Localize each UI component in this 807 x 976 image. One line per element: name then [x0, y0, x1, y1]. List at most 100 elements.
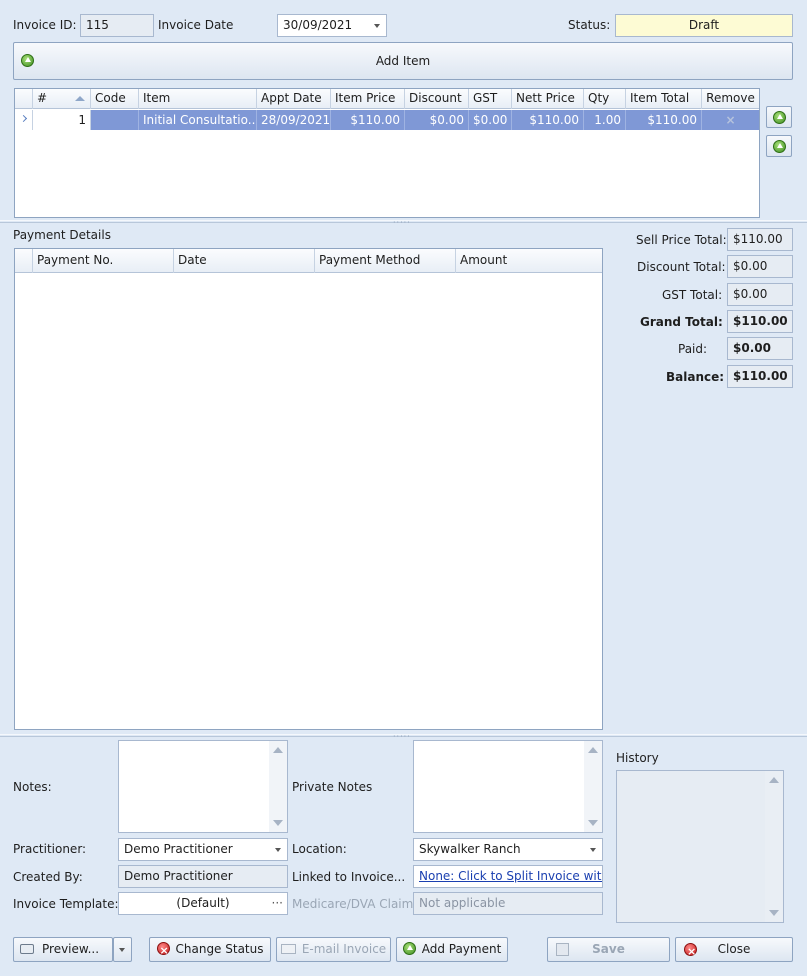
private-notes-label: Private Notes [292, 780, 373, 794]
items-grid-header: # Code Item Appt Date Item Price Discoun… [15, 89, 759, 109]
printer-icon [20, 944, 34, 954]
paid-label: Paid: [678, 342, 708, 356]
scroll-up-icon[interactable] [769, 777, 779, 783]
invoice-id-field: 115 [80, 14, 154, 37]
col-header-payment-method[interactable]: Payment Method [315, 249, 456, 273]
cell-number[interactable]: 1 [33, 110, 91, 130]
location-label: Location: [292, 842, 347, 856]
col-header-date[interactable]: Date [174, 249, 315, 273]
cell-item-price[interactable]: $110.00 [331, 110, 405, 130]
splitter-bottom[interactable]: ····· [0, 732, 807, 741]
linked-invoice-field[interactable]: None: Click to Split Invoice wit... [413, 865, 603, 888]
close-label: Close [717, 942, 751, 956]
add-payment-button[interactable]: Add Payment [396, 937, 508, 962]
payments-grid[interactable]: Payment No. Date Payment Method Amount [14, 248, 603, 730]
practitioner-select[interactable]: Demo Practitioner [118, 838, 288, 861]
col-header-remove[interactable]: Remove [702, 89, 759, 109]
email-invoice-button[interactable]: E-mail Invoice [276, 937, 391, 962]
history-scrollbar[interactable] [765, 771, 783, 922]
invoice-date-label: Invoice Date [158, 18, 234, 32]
col-header-item-price[interactable]: Item Price [331, 89, 405, 109]
preview-button[interactable]: Preview... [13, 937, 113, 962]
remove-icon[interactable]: × [702, 110, 759, 130]
gst-total-value: $0.00 [727, 283, 793, 306]
split-invoice-link[interactable]: None: Click to Split Invoice wit... [419, 869, 602, 883]
cell-nett-price[interactable]: $110.00 [512, 110, 584, 130]
sell-price-total-label: Sell Price Total: [636, 233, 727, 247]
scroll-up-icon[interactable] [273, 747, 283, 753]
col-header-number[interactable]: # [33, 89, 91, 109]
col-header-amount[interactable]: Amount [456, 249, 602, 273]
change-status-label: Change Status [175, 942, 264, 956]
status-icon [156, 940, 170, 962]
col-header-payment-no[interactable]: Payment No. [33, 249, 174, 273]
invoice-date-picker[interactable]: 30/09/2021 [277, 14, 387, 37]
add-icon [21, 54, 34, 67]
private-notes-scrollbar[interactable] [584, 741, 602, 832]
chevron-down-icon [119, 948, 125, 952]
grip-icon: ····· [393, 218, 411, 227]
col-header-item-total[interactable]: Item Total [626, 89, 702, 109]
scroll-down-icon[interactable] [588, 820, 598, 826]
cell-qty[interactable]: 1.00 [584, 110, 626, 130]
cell-item-total[interactable]: $110.00 [626, 110, 702, 130]
location-select[interactable]: Skywalker Ranch [413, 838, 603, 861]
ellipsis-icon[interactable]: ··· [272, 893, 283, 914]
cell-gst[interactable]: $0.00 [469, 110, 512, 130]
payments-grid-header: Payment No. Date Payment Method Amount [15, 249, 602, 273]
cell-appt-date[interactable]: 28/09/2021 [257, 110, 331, 130]
col-header-item[interactable]: Item [139, 89, 257, 109]
invoice-date-value: 30/09/2021 [283, 18, 353, 32]
balance-label: Balance: [666, 370, 725, 384]
email-invoice-label: E-mail Invoice [301, 942, 387, 956]
history-panel[interactable] [616, 770, 784, 923]
preview-label: Preview... [42, 942, 100, 956]
chevron-down-icon[interactable] [590, 848, 596, 852]
add-item-button[interactable]: Add Item [13, 42, 793, 80]
col-header-code[interactable]: Code [91, 89, 139, 109]
items-grid[interactable]: # Code Item Appt Date Item Price Discoun… [14, 88, 760, 218]
medicare-claim-label: Medicare/DVA Claim: [292, 897, 418, 911]
invoice-template-value: (Default) [176, 896, 230, 910]
scroll-down-icon[interactable] [769, 910, 779, 916]
save-label: Save [592, 942, 625, 956]
splitter-top[interactable]: ····· [0, 218, 807, 227]
invoice-template-label: Invoice Template: [13, 897, 119, 911]
linked-invoice-label: Linked to Invoice... [292, 870, 406, 884]
close-button[interactable]: Close [675, 937, 793, 963]
medicare-claim-field: Not applicable [413, 892, 603, 915]
chevron-down-icon[interactable] [275, 848, 281, 852]
sell-price-total-value: $110.00 [727, 228, 793, 251]
history-label: History [616, 751, 659, 765]
paid-value: $0.00 [727, 337, 793, 360]
created-by-label: Created By: [13, 870, 83, 884]
table-row[interactable]: 1 Initial Consultatio... 28/09/2021 $110… [15, 110, 759, 130]
col-header-gst[interactable]: GST [469, 89, 512, 109]
move-up-button[interactable] [766, 106, 792, 128]
notes-scrollbar[interactable] [269, 741, 287, 832]
scroll-up-icon[interactable] [588, 747, 598, 753]
cell-item[interactable]: Initial Consultatio... [139, 110, 257, 130]
invoice-id-label: Invoice ID: [13, 18, 77, 32]
cell-code[interactable] [91, 110, 139, 130]
col-header-discount[interactable]: Discount [405, 89, 469, 109]
col-header-nett-price[interactable]: Nett Price [512, 89, 584, 109]
notes-label: Notes: [13, 780, 52, 794]
envelope-icon [280, 944, 296, 954]
move-down-button[interactable] [766, 135, 792, 157]
col-header-qty[interactable]: Qty [584, 89, 626, 109]
created-by-field: Demo Practitioner [118, 865, 288, 888]
arrow-down-icon [772, 140, 786, 153]
invoice-template-field[interactable]: (Default) ··· [118, 892, 288, 915]
row-indicator-header [15, 89, 33, 109]
scroll-down-icon[interactable] [273, 820, 283, 826]
notes-textarea[interactable] [118, 740, 288, 833]
location-value: Skywalker Ranch [419, 842, 521, 856]
preview-dropdown-button[interactable] [113, 937, 132, 962]
cell-discount[interactable]: $0.00 [405, 110, 469, 130]
save-button[interactable]: Save [547, 937, 670, 962]
change-status-button[interactable]: Change Status [149, 937, 271, 962]
chevron-down-icon[interactable] [374, 24, 380, 28]
col-header-appt-date[interactable]: Appt Date [257, 89, 331, 109]
private-notes-textarea[interactable] [413, 740, 603, 833]
